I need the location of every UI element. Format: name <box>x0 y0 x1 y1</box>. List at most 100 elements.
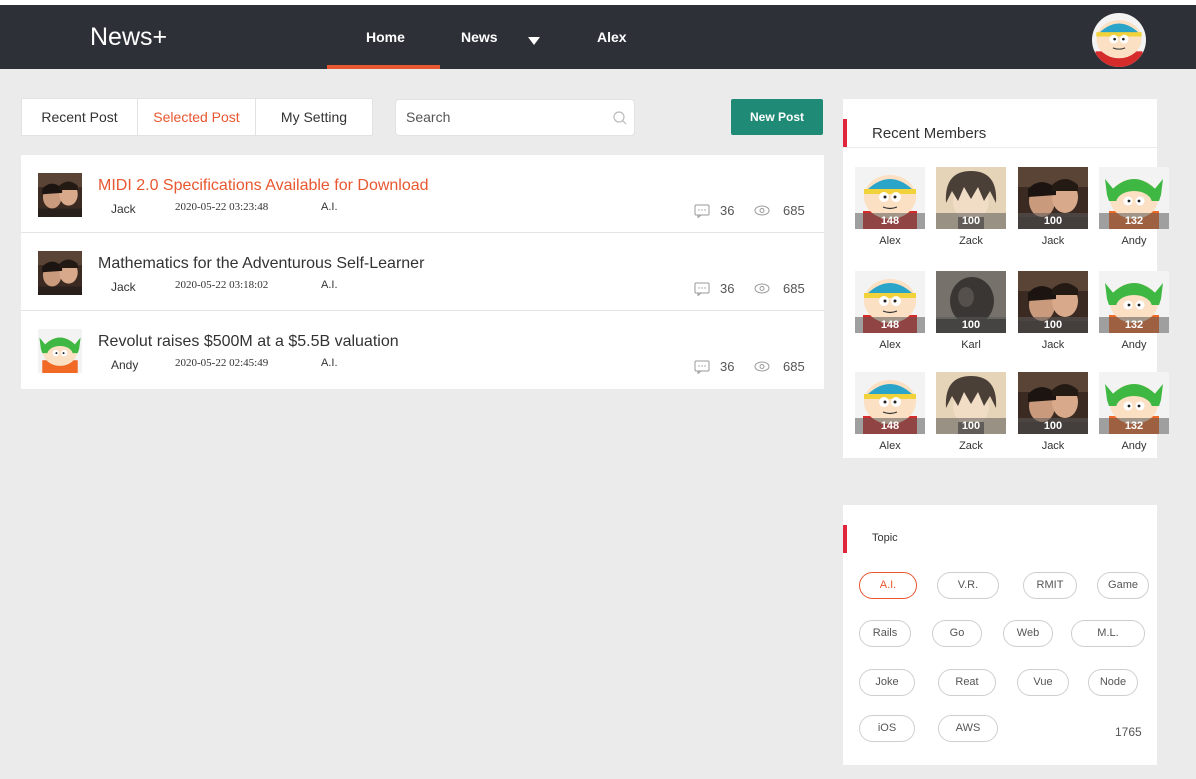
member-card[interactable]: 100 Zack <box>935 167 1007 247</box>
cartoon-green-hat-avatar <box>38 329 82 373</box>
topic-chip[interactable]: RMIT <box>1023 572 1077 599</box>
nav-active-indicator <box>327 65 440 69</box>
topic-chip[interactable]: M.L. <box>1071 620 1145 647</box>
top-navbar: News+ Home News Alex <box>0 0 1196 69</box>
cartoon-cap-avatar: 148 <box>855 271 925 333</box>
post-comment-count: 36 <box>720 359 735 374</box>
post-comment-count: 36 <box>720 281 735 296</box>
member-card[interactable]: 148 Alex <box>854 372 926 452</box>
photo-avatar <box>38 251 82 295</box>
member-count-badge: 148 <box>855 418 925 434</box>
search-icon[interactable] <box>612 110 628 126</box>
anime-avatar: 100 <box>936 167 1006 229</box>
topic-chip[interactable]: Go <box>932 620 982 647</box>
member-card[interactable]: 132 Andy <box>1098 271 1170 351</box>
post-tag[interactable]: A.I. <box>321 279 338 291</box>
member-name: Jack <box>1041 440 1065 452</box>
post-item[interactable]: Revolut raises $500M at a $5.5B valuatio… <box>21 311 824 389</box>
member-name: Alex <box>879 440 901 452</box>
member-card[interactable]: 132 Andy <box>1098 167 1170 247</box>
post-author[interactable]: Jack <box>111 202 136 216</box>
member-card[interactable]: 100 Jack <box>1017 271 1089 351</box>
post-tag[interactable]: A.I. <box>321 357 338 369</box>
member-count-badge: 100 <box>936 317 1006 333</box>
post-author[interactable]: Jack <box>111 280 136 294</box>
post-view-count: 685 <box>783 359 805 374</box>
topic-chip[interactable]: A.I. <box>859 572 917 599</box>
post-list: MIDI 2.0 Specifications Available for Do… <box>21 155 824 389</box>
topic-chip[interactable]: V.R. <box>937 572 999 599</box>
topic-chip[interactable]: Web <box>1003 620 1053 647</box>
member-name: Jack <box>1041 235 1065 247</box>
brand-logo[interactable]: News+ <box>90 23 167 52</box>
member-name: Alex <box>879 235 901 247</box>
post-filter-tabs: Recent Post Selected Post My Setting <box>21 98 373 136</box>
topic-chip[interactable]: Vue <box>1017 669 1069 696</box>
member-count-badge: 132 <box>1099 418 1169 434</box>
nav-news[interactable]: News <box>461 29 498 45</box>
new-post-button[interactable]: New Post <box>731 99 823 135</box>
post-item[interactable]: MIDI 2.0 Specifications Available for Do… <box>21 155 824 233</box>
nav-user-alex[interactable]: Alex <box>597 29 627 45</box>
search-input[interactable] <box>406 109 606 125</box>
post-title[interactable]: MIDI 2.0 Specifications Available for Do… <box>98 177 429 195</box>
cartoon-green-hat-avatar: 132 <box>1099 167 1169 229</box>
post-view-count: 685 <box>783 281 805 296</box>
member-name: Andy <box>1121 339 1147 351</box>
topic-chip[interactable]: Rails <box>859 620 911 647</box>
member-name: Karl <box>961 339 981 351</box>
search-box <box>395 99 635 136</box>
post-item[interactable]: Mathematics for the Adventurous Self-Lea… <box>21 233 824 311</box>
tab-my-setting[interactable]: My Setting <box>256 99 372 135</box>
cartoon-cap-avatar: 148 <box>855 372 925 434</box>
member-name: Zack <box>959 440 983 452</box>
eye-icon <box>754 283 770 294</box>
panel-title: Topic <box>872 532 898 544</box>
post-time: 2020-05-22 03:23:48 <box>175 201 269 213</box>
member-card[interactable]: 100 Jack <box>1017 372 1089 452</box>
post-title[interactable]: Mathematics for the Adventurous Self-Lea… <box>98 255 424 273</box>
tab-selected-post[interactable]: Selected Post <box>138 99 256 135</box>
member-card[interactable]: 100 Jack <box>1017 167 1089 247</box>
topic-total-count: 1765 <box>1115 725 1142 739</box>
member-name: Alex <box>879 339 901 351</box>
member-card[interactable]: 132 Andy <box>1098 372 1170 452</box>
member-count-badge: 100 <box>1018 317 1088 333</box>
member-card[interactable]: 100 Karl <box>935 271 1007 351</box>
member-card[interactable]: 148 Alex <box>854 167 926 247</box>
member-name: Zack <box>959 235 983 247</box>
post-comment-count: 36 <box>720 203 735 218</box>
divider <box>843 147 1157 148</box>
topic-chip[interactable]: Reat <box>938 669 996 696</box>
cartoon-green-hat-avatar: 132 <box>1099 271 1169 333</box>
topic-chip[interactable]: AWS <box>938 715 998 742</box>
post-title[interactable]: Revolut raises $500M at a $5.5B valuatio… <box>98 333 399 351</box>
tab-recent-post[interactable]: Recent Post <box>22 99 138 135</box>
member-card[interactable]: 100 Zack <box>935 372 1007 452</box>
cartoon-green-hat-avatar: 132 <box>1099 372 1169 434</box>
cartoon-cap-avatar: 148 <box>855 167 925 229</box>
user-avatar[interactable] <box>1092 13 1146 67</box>
recent-members-panel: Recent Members 148 Alex 100 Zack 100 Jac… <box>843 99 1169 458</box>
topic-chip[interactable]: Joke <box>859 669 915 696</box>
topic-chip[interactable]: iOS <box>859 715 915 742</box>
post-tag[interactable]: A.I. <box>321 201 338 213</box>
topic-chip[interactable]: Node <box>1088 669 1138 696</box>
panel-accent-bar <box>843 119 847 147</box>
eye-icon <box>754 361 770 372</box>
member-count-badge: 132 <box>1099 317 1169 333</box>
topic-chip[interactable]: Game <box>1097 572 1149 599</box>
photo-avatar: 100 <box>1018 372 1088 434</box>
post-time: 2020-05-22 02:45:49 <box>175 357 269 369</box>
caret-down-icon[interactable] <box>528 37 540 45</box>
member-count-badge: 100 <box>936 418 1006 434</box>
nav-home[interactable]: Home <box>366 29 405 45</box>
dark-photo-avatar: 100 <box>936 271 1006 333</box>
photo-avatar: 100 <box>1018 271 1088 333</box>
member-card[interactable]: 148 Alex <box>854 271 926 351</box>
post-time: 2020-05-22 03:18:02 <box>175 279 269 291</box>
photo-avatar <box>38 173 82 217</box>
post-author[interactable]: Andy <box>111 358 138 372</box>
post-view-count: 685 <box>783 203 805 218</box>
comment-icon <box>694 360 710 374</box>
